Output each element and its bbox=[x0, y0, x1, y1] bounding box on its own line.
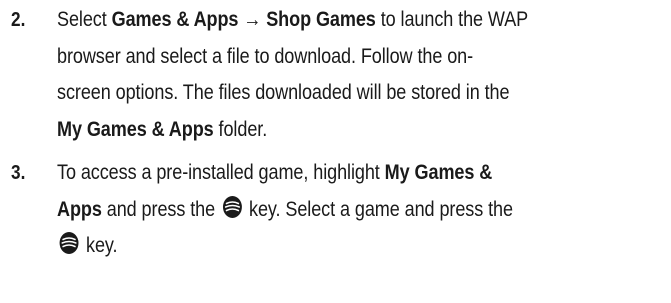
bold-text: → bbox=[238, 8, 267, 31]
text-run: and press the bbox=[101, 197, 220, 221]
text-run: screen options. The files downloaded wil… bbox=[57, 81, 510, 104]
step-number: 2. bbox=[11, 9, 26, 31]
bold-text: Apps bbox=[57, 197, 102, 221]
text-run: browser and select a file to download. F… bbox=[57, 44, 474, 68]
text-run: folder. bbox=[213, 117, 268, 141]
text-run: to launch the WAP bbox=[375, 8, 529, 31]
text-line: key. bbox=[57, 228, 671, 265]
text-line: To access a pre-installed game, highligh… bbox=[57, 155, 671, 192]
text-line: screen options. The files downloaded wil… bbox=[57, 75, 671, 112]
step-number: 3. bbox=[11, 162, 26, 184]
select-key-icon bbox=[59, 231, 80, 255]
text-line: browser and select a file to download. F… bbox=[57, 39, 671, 76]
text-run: key. Select a game and press the bbox=[244, 197, 513, 221]
bold-text: Games & Apps bbox=[111, 8, 239, 31]
text-line: My Games & Apps folder. bbox=[57, 112, 671, 149]
step-text: Select Games & Apps → Shop Games to laun… bbox=[57, 2, 671, 148]
text-run: Select bbox=[57, 8, 112, 31]
text-run: key. bbox=[81, 234, 118, 257]
step-text: To access a pre-installed game, highligh… bbox=[57, 155, 671, 265]
bold-text: My Games & Apps bbox=[57, 117, 214, 141]
text-line: Select Games & Apps → Shop Games to laun… bbox=[57, 2, 671, 39]
bold-text: My Games & bbox=[384, 161, 493, 184]
text-run: To access a pre-installed game, highligh… bbox=[57, 161, 385, 184]
bold-text: Shop Games bbox=[266, 8, 376, 31]
text-line: Apps and press the key. Select a game an… bbox=[57, 192, 671, 229]
select-key-icon bbox=[222, 195, 243, 219]
